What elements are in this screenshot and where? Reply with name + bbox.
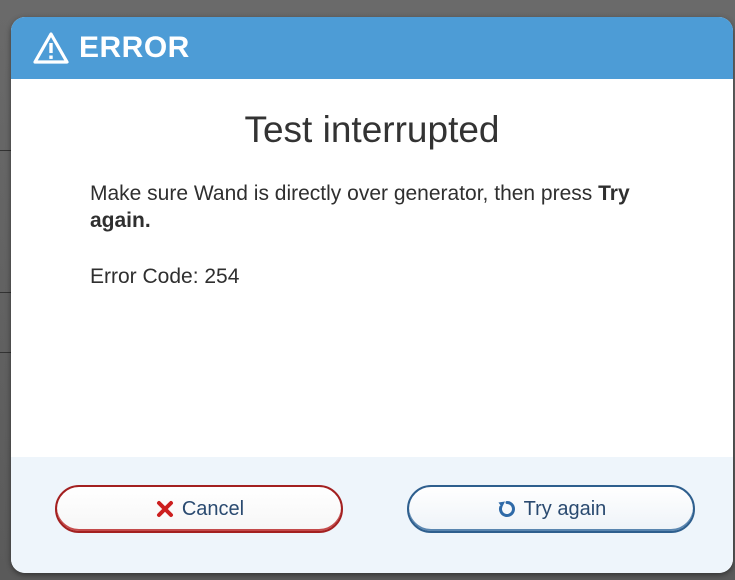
dialog-footer: Cancel Try again	[11, 457, 733, 573]
try-again-button-label: Try again	[523, 497, 607, 520]
cancel-button-label: Cancel	[181, 497, 245, 520]
dialog-title: ERROR	[79, 31, 190, 64]
error-code: Error Code: 254	[90, 265, 240, 288]
x-icon	[154, 498, 176, 520]
dialog-header: ERROR	[11, 17, 733, 79]
warning-triangle-icon	[32, 30, 70, 66]
message-title: Test interrupted	[244, 109, 500, 150]
error-dialog: ERROR Test interrupted Make sure Wand is…	[11, 17, 733, 573]
cancel-button[interactable]: Cancel	[55, 485, 343, 533]
dialog-body: Test interrupted Make sure Wand is direc…	[11, 79, 733, 457]
message-text: Make sure Wand is directly over generato…	[90, 180, 650, 234]
retry-icon	[496, 498, 518, 520]
try-again-button[interactable]: Try again	[407, 485, 695, 533]
message-text-instruction: Make sure Wand is directly over generato…	[90, 182, 599, 205]
